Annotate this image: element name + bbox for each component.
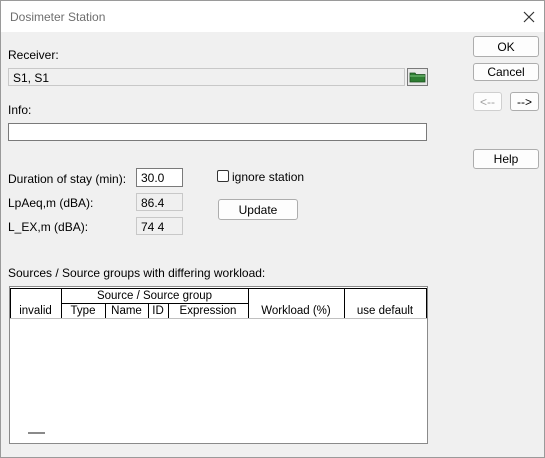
folder-icon bbox=[409, 72, 426, 83]
column-header-use-default[interactable]: use default bbox=[344, 304, 426, 318]
receiver-label: Receiver: bbox=[8, 48, 59, 62]
ok-button[interactable]: OK bbox=[473, 36, 539, 57]
column-header-invalid[interactable]: invalid bbox=[10, 304, 61, 318]
info-label: Info: bbox=[8, 103, 32, 117]
next-button[interactable]: --> bbox=[510, 92, 539, 111]
update-button[interactable]: Update bbox=[218, 199, 298, 220]
window-title: Dosimeter Station bbox=[10, 10, 106, 24]
ignore-station-checkbox[interactable] bbox=[217, 170, 229, 182]
source-group-header: Source / Source group bbox=[96, 290, 213, 302]
dosimeter-station-dialog: Dosimeter Station Receiver: S1, S1 Info:… bbox=[0, 0, 545, 458]
previous-button[interactable]: <-- bbox=[473, 92, 502, 111]
lex-label: L_EX,m (dBA): bbox=[8, 220, 89, 234]
sources-label: Sources / Source groups with differing w… bbox=[8, 266, 266, 280]
sources-table[interactable]: Source / Source group invalid Type Name … bbox=[9, 286, 428, 444]
column-header-expression[interactable]: Expression bbox=[168, 304, 248, 318]
help-button[interactable]: Help bbox=[473, 149, 539, 169]
column-header-workload[interactable]: Workload (%) bbox=[248, 304, 344, 318]
cancel-button[interactable]: Cancel bbox=[473, 63, 539, 81]
lpaeq-field: 86.4 bbox=[136, 193, 183, 211]
column-header-type[interactable]: Type bbox=[61, 304, 105, 318]
ignore-station-label[interactable]: ignore station bbox=[232, 170, 304, 184]
close-icon bbox=[523, 11, 535, 22]
title-bar: Dosimeter Station bbox=[1, 1, 544, 32]
receiver-browse-button[interactable] bbox=[407, 68, 428, 86]
duration-label: Duration of stay (min): bbox=[8, 172, 127, 186]
lpaeq-label: LpAeq,m (dBA): bbox=[8, 196, 94, 210]
close-button[interactable] bbox=[514, 1, 544, 32]
column-header-id[interactable]: ID bbox=[148, 304, 168, 318]
column-header-name[interactable]: Name bbox=[105, 304, 148, 318]
info-field[interactable] bbox=[8, 123, 427, 141]
duration-field[interactable]: 30.0 bbox=[136, 168, 183, 187]
lex-field: 74 4 bbox=[136, 217, 183, 235]
horizontal-scrollbar[interactable] bbox=[28, 432, 45, 434]
receiver-field[interactable]: S1, S1 bbox=[8, 68, 405, 86]
